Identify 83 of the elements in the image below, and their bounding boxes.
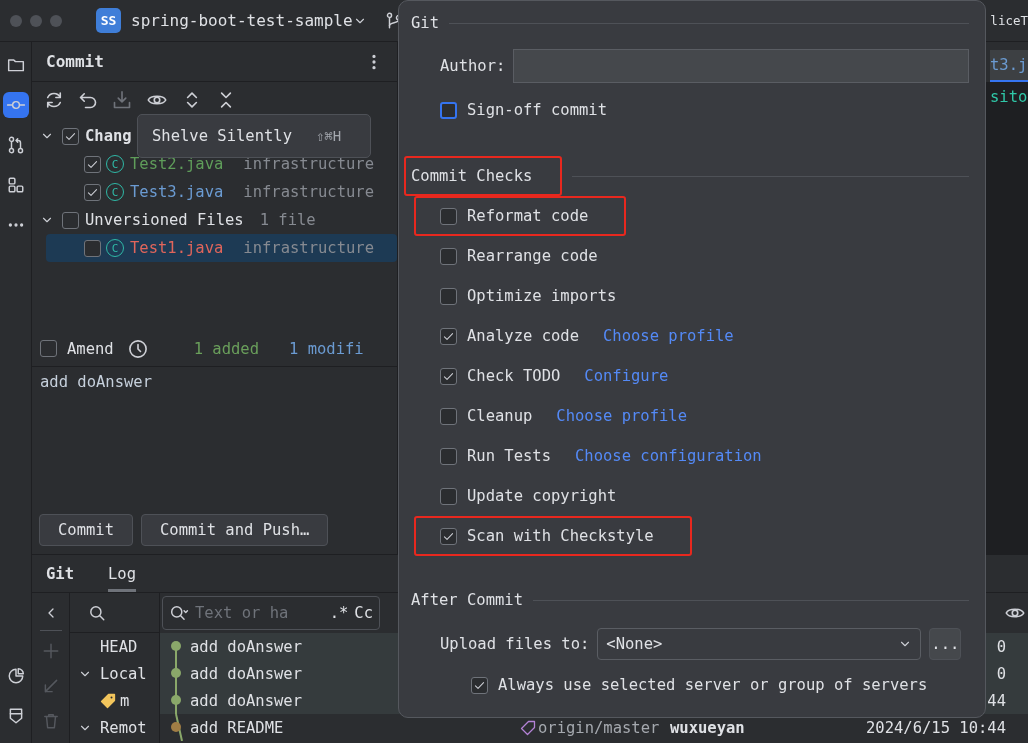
tag-icon — [520, 719, 536, 736]
tool-tab[interactable]: Log — [108, 555, 136, 592]
editor-tab[interactable]: t3.j — [990, 50, 1028, 82]
file-path: infrastructure — [243, 239, 374, 257]
checkbox[interactable] — [440, 447, 457, 465]
clock-icon[interactable] — [127, 338, 148, 359]
commit-message[interactable]: add README — [190, 718, 520, 737]
checkbox-label[interactable]: Check TODO — [467, 367, 561, 385]
refresh-icon[interactable] — [44, 90, 64, 110]
file-name[interactable]: Test3.java — [130, 183, 224, 201]
checkbox[interactable] — [471, 676, 488, 694]
change-summary[interactable]: 1 added — [193, 339, 259, 358]
checkbox-label[interactable]: Sign-off commit — [467, 101, 607, 119]
checkbox-label[interactable]: Optimize imports — [467, 287, 617, 305]
match-case-toggle[interactable]: Cc — [354, 604, 373, 622]
checkbox[interactable] — [84, 155, 101, 173]
field-label: Author: — [440, 57, 506, 75]
checkbox-label[interactable]: Update copyright — [467, 487, 617, 505]
checkbox-label[interactable]: Cleanup — [467, 407, 533, 425]
checkbox[interactable] — [62, 211, 79, 229]
checkbox[interactable] — [84, 239, 101, 257]
checkbox-label[interactable]: Always use selected server or group of servers — [498, 676, 928, 694]
branch-label: origin/master — [538, 718, 660, 737]
tool-tab[interactable]: Git — [46, 555, 74, 592]
checkbox-label[interactable]: Run Tests — [467, 447, 551, 465]
checkbox[interactable] — [440, 287, 457, 305]
checkbox[interactable] — [440, 247, 457, 265]
project-name[interactable]: spring-boot-test-sample — [131, 11, 353, 30]
checkbox[interactable] — [62, 127, 79, 145]
file-path: infrastructure — [243, 183, 374, 201]
editor-tab-title[interactable]: liceT — [990, 13, 1028, 28]
project-badge: SS — [96, 8, 121, 33]
commit-message-field[interactable]: add doAnswer — [32, 367, 397, 514]
commit-button[interactable]: Commit and Push… — [141, 514, 329, 546]
changelist-name[interactable]: Unversioned Files — [85, 211, 244, 229]
download-icon[interactable] — [112, 90, 132, 110]
tooltip-text: Shelve Silently — [152, 127, 292, 145]
branch-node[interactable]: HEAD — [100, 637, 138, 656]
checkbox-label[interactable]: Analyze code — [467, 327, 579, 345]
shortcut-text: ⇧⌘H — [316, 128, 342, 144]
commit-date: 44 — [987, 691, 1006, 710]
checkbox[interactable] — [440, 407, 457, 425]
checkbox-label[interactable]: Reformat code — [467, 207, 589, 225]
commit-author: wuxueyan — [670, 718, 745, 737]
browse-button[interactable]: ... — [929, 628, 962, 660]
branch-name[interactable]: m — [120, 691, 130, 710]
search-icon[interactable] — [88, 603, 106, 622]
panel-title: Commit — [46, 52, 104, 71]
checkbox[interactable] — [40, 340, 57, 357]
commit-date: 2024/6/15 10:44 — [866, 718, 1006, 737]
change-summary[interactable]: 1 modifi — [289, 339, 364, 358]
checkbox[interactable] — [440, 207, 457, 225]
section-heading: Git — [411, 14, 439, 32]
undo-icon[interactable] — [78, 90, 98, 110]
checkbox[interactable] — [440, 527, 457, 545]
branch-node[interactable]: Remot — [100, 718, 147, 737]
changelist-name[interactable]: Chang — [85, 127, 132, 145]
commit-date: 0 — [996, 664, 1006, 683]
code-text: sito — [990, 88, 1028, 106]
checkbox[interactable] — [440, 487, 457, 505]
section-heading: Commit Checks — [411, 167, 533, 185]
pie-chart-icon[interactable] — [6, 667, 25, 685]
upload-dropdown[interactable]: <None> — [597, 628, 922, 660]
checkbox-label[interactable]: Scan with Checkstyle — [467, 527, 654, 545]
checkbox-label[interactable]: Rearrange code — [467, 247, 598, 265]
commit-date: 0 — [996, 637, 1006, 656]
commit-button[interactable]: Commit — [39, 514, 133, 546]
field-label: Upload files to: — [440, 635, 590, 653]
file-path: infrastructure — [243, 155, 374, 173]
checkbox[interactable] — [440, 327, 457, 345]
amend-label[interactable]: Amend — [67, 339, 114, 358]
branch-node[interactable]: Local — [100, 664, 147, 683]
checkbox[interactable] — [440, 101, 457, 119]
tag-icon — [100, 692, 116, 709]
regex-toggle[interactable]: .* — [329, 604, 349, 622]
checkbox[interactable] — [84, 183, 101, 201]
section-heading: After Commit — [411, 591, 523, 609]
checkbox[interactable] — [440, 367, 457, 385]
author-field[interactable] — [513, 49, 969, 83]
search-icon[interactable] — [169, 604, 189, 622]
log-search-field[interactable]: Text or ha .* Cc — [162, 596, 380, 630]
file-count: 1 file — [259, 211, 316, 229]
file-name[interactable]: Test2.java — [130, 155, 224, 173]
